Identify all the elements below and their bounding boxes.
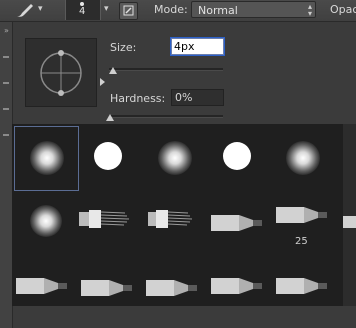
pencil-brush-icon [16, 278, 67, 294]
brush-icon[interactable] [14, 1, 36, 19]
brush-size-readout: 4 [79, 6, 86, 17]
brush-preset-hard-round[interactable] [209, 126, 274, 191]
pencil-brush-icon [211, 278, 262, 294]
dock-grip-icon [3, 134, 9, 136]
brush-preset-soft-round[interactable] [144, 126, 209, 191]
hardness-slider-thumb[interactable] [106, 114, 114, 121]
brush-angle-preview[interactable] [25, 38, 97, 107]
bristle-brush-icon [79, 210, 130, 228]
brush-preset-pencil[interactable] [274, 256, 339, 321]
size-label: Size: [110, 41, 137, 54]
brush-preset-bristle[interactable] [144, 191, 209, 256]
presets-scrollbar[interactable] [343, 124, 356, 306]
size-slider-thumb[interactable] [109, 67, 117, 74]
soft-round-brush-icon [30, 205, 62, 237]
bristle-brush-icon [148, 210, 193, 228]
soft-round-brush-icon [158, 141, 192, 175]
select-arrows-icon: ▴ ▾ [307, 2, 312, 18]
pencil-brush-icon [81, 280, 132, 296]
brush-preset-pencil[interactable] [209, 256, 274, 321]
hardness-input[interactable]: 0% [171, 89, 224, 106]
brush-panel-toggle-icon[interactable] [119, 2, 138, 20]
dock-grip-icon [3, 82, 9, 84]
pencil-brush-icon [343, 216, 356, 228]
hard-round-brush-icon [94, 142, 122, 170]
panel-menu-arrow-icon[interactable] [100, 78, 105, 86]
hardness-label: Hardness: [110, 92, 166, 105]
pencil-brush-icon [146, 280, 197, 296]
brush-preset-picker[interactable]: 4 [65, 0, 101, 20]
brush-picker-arrow-icon[interactable]: ▾ [104, 4, 109, 14]
collapse-panels-icon[interactable]: » [4, 26, 9, 35]
brush-preset-pencil[interactable] [79, 256, 144, 321]
hard-round-brush-icon [223, 142, 251, 170]
brush-preset-pencil[interactable] [209, 191, 274, 256]
brush-preset-soft-round[interactable] [274, 126, 339, 191]
brush-settings: Size: 4px Hardness: 0% [13, 22, 356, 134]
brush-preset-soft-round[interactable] [14, 191, 79, 256]
tool-preset-dropdown-icon[interactable]: ▾ [38, 4, 43, 14]
soft-round-brush-icon [30, 141, 64, 175]
brush-preset-pencil[interactable] [144, 256, 209, 321]
soft-round-brush-icon [286, 141, 320, 175]
brush-preset-pencil[interactable] [14, 256, 79, 321]
pencil-brush-icon [211, 215, 262, 231]
mode-select[interactable]: Normal ▴ ▾ [191, 1, 316, 18]
pencil-brush-icon [276, 207, 327, 223]
mode-value: Normal [198, 4, 238, 17]
size-input[interactable]: 4px [170, 37, 225, 56]
preset-size-label: 25 [295, 236, 308, 247]
options-bar: ▾ 4 ▾ Mode: Normal ▴▾ Opacit [0, 0, 356, 22]
size-slider-track[interactable] [109, 68, 223, 71]
dock-grip-icon [3, 56, 9, 58]
dock-grip-icon [3, 108, 9, 110]
pencil-brush-icon [276, 278, 327, 294]
opacity-label: Opacit [330, 3, 356, 16]
brush-preset-hard-round[interactable] [79, 126, 144, 191]
brush-preset-bristle[interactable] [79, 191, 144, 256]
mode-label: Mode: [154, 3, 188, 16]
brush-presets-grid: 25 [12, 124, 343, 306]
brush-preset-pencil[interactable]: 25 [274, 191, 339, 256]
hardness-slider-track[interactable] [109, 115, 223, 118]
brush-preset-soft-round[interactable] [14, 126, 79, 191]
